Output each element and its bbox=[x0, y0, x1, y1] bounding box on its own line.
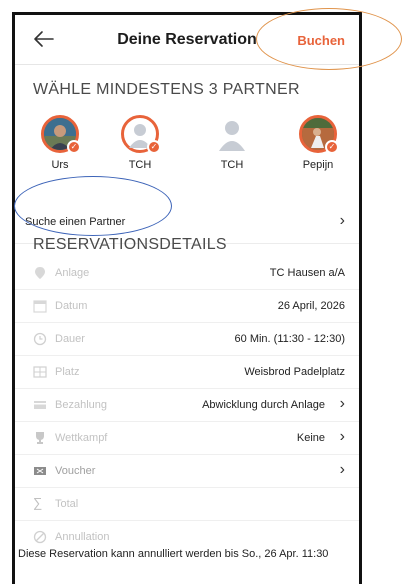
detail-label: Dauer bbox=[55, 333, 85, 345]
detail-label: Voucher bbox=[55, 465, 96, 477]
detail-label: Annullation bbox=[55, 531, 110, 543]
chevron-right-icon: › bbox=[339, 212, 345, 229]
cancellation-note: Diese Reservation kann annulliert werden… bbox=[18, 548, 329, 560]
detail-row-platz: Platz Weisbrod Padelplatz bbox=[15, 356, 359, 389]
detail-label: Total bbox=[55, 498, 79, 510]
partner-name: Pepijn bbox=[302, 159, 334, 171]
detail-label: Platz bbox=[55, 366, 80, 378]
details-heading: RESERVATIONSDETAILS bbox=[33, 236, 227, 253]
clock-icon bbox=[33, 332, 47, 346]
detail-label: Bezahlung bbox=[55, 399, 107, 411]
check-icon: ✓ bbox=[147, 140, 161, 154]
detail-row-total: ∑ Total bbox=[15, 488, 359, 521]
check-icon: ✓ bbox=[67, 140, 81, 154]
detail-label: Anlage bbox=[55, 267, 90, 279]
card-icon bbox=[34, 401, 46, 409]
chevron-right-icon: › bbox=[339, 461, 345, 478]
check-icon: ✓ bbox=[325, 140, 339, 154]
detail-row-anlage: Anlage TC Hausen a/A bbox=[15, 257, 359, 290]
detail-value: Abwicklung durch Anlage bbox=[202, 399, 325, 411]
trophy-icon bbox=[36, 432, 44, 444]
partner-name: TCH bbox=[128, 159, 152, 171]
chevron-right-icon: › bbox=[339, 395, 345, 412]
detail-value: 26 April, 2026 bbox=[277, 300, 345, 312]
partner-slot-1[interactable]: ✓ Urs bbox=[33, 115, 87, 171]
detail-label: Datum bbox=[55, 300, 88, 312]
sum-icon: ∑ bbox=[33, 495, 43, 510]
cancel-icon bbox=[33, 530, 47, 544]
avatar: ✓ bbox=[121, 115, 161, 154]
partner-slot-2[interactable]: ✓ TCH bbox=[113, 115, 167, 171]
detail-row-bezahlung[interactable]: Bezahlung Abwicklung durch Anlage › bbox=[15, 389, 359, 422]
phone-frame: Deine Reservation Buchen WÄHLE MINDESTEN… bbox=[12, 12, 362, 584]
detail-value: 60 Min. (11:30 - 12:30) bbox=[234, 333, 345, 345]
avatar: ✓ bbox=[41, 115, 81, 154]
calendar-icon bbox=[33, 300, 47, 313]
court-icon bbox=[33, 366, 47, 378]
partner-list: ✓ Urs ✓ TCH TCH ✓ Pepijn bbox=[15, 115, 359, 185]
detail-value: Keine bbox=[296, 432, 325, 444]
voucher-icon bbox=[34, 467, 46, 475]
detail-value: TC Hausen a/A bbox=[269, 267, 345, 279]
chevron-right-icon: › bbox=[339, 428, 345, 445]
person-placeholder-icon bbox=[219, 121, 245, 151]
avatar: ✓ bbox=[299, 115, 339, 154]
avatar bbox=[213, 115, 251, 153]
detail-value: Weisbrod Padelplatz bbox=[244, 366, 345, 378]
detail-row-voucher[interactable]: Voucher › bbox=[15, 455, 359, 488]
detail-label: Wettkampf bbox=[55, 432, 108, 444]
partner-slot-3[interactable]: TCH bbox=[205, 115, 259, 171]
partner-name: TCH bbox=[220, 159, 244, 171]
partners-heading: WÄHLE MINDESTENS 3 PARTNER bbox=[33, 81, 300, 98]
location-pin-icon bbox=[35, 267, 45, 279]
annotation-circle-blue bbox=[14, 176, 172, 236]
detail-row-datum: Datum 26 April, 2026 bbox=[15, 290, 359, 323]
partner-slot-4[interactable]: ✓ Pepijn bbox=[291, 115, 345, 171]
detail-row-wettkampf[interactable]: Wettkampf Keine › bbox=[15, 422, 359, 455]
annotation-circle-orange bbox=[256, 8, 402, 70]
partner-name: Urs bbox=[51, 159, 69, 171]
detail-row-dauer: Dauer 60 Min. (11:30 - 12:30) bbox=[15, 323, 359, 356]
